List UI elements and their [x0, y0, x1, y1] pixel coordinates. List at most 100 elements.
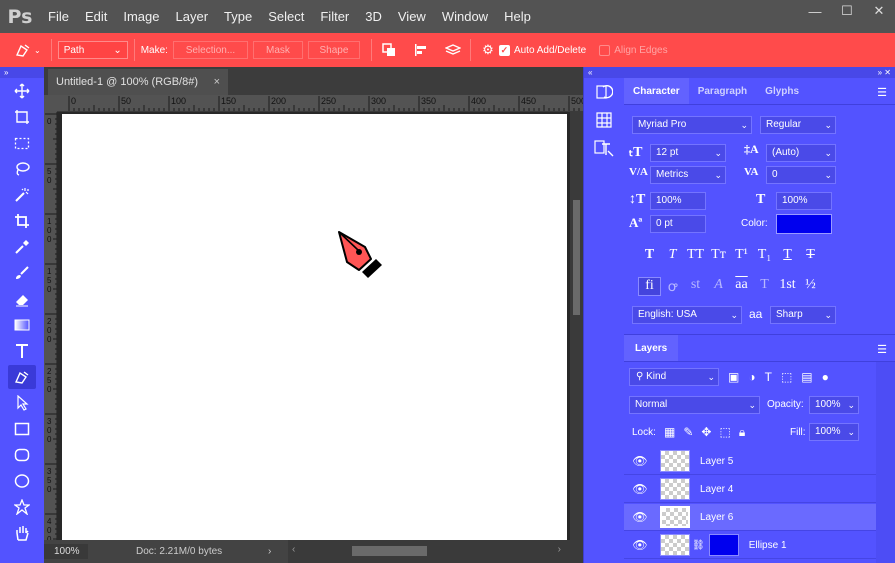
old-style-button[interactable]: ꝍ: [661, 277, 684, 296]
faux-bold-button[interactable]: T: [638, 247, 661, 263]
tab-glyphs[interactable]: Glyphs: [756, 78, 808, 104]
swatches-icon[interactable]: [584, 106, 624, 134]
lock-artboard-icon[interactable]: ⬚: [719, 425, 730, 440]
swash-button[interactable]: A: [707, 277, 730, 296]
opacity-input[interactable]: 100% ⌄: [809, 396, 859, 414]
minimize-button[interactable]: —: [799, 0, 831, 22]
toolbar-collapse-handle[interactable]: »: [0, 67, 44, 78]
lasso-tool[interactable]: [0, 156, 44, 182]
pen-tool-preset-icon[interactable]: [12, 39, 34, 61]
horizontal-scrollbar[interactable]: ‹ ›: [288, 540, 583, 563]
horizontal-ruler[interactable]: 0 50 100 150 200 250 300 350 400 450 500: [57, 95, 583, 112]
menu-edit[interactable]: Edit: [77, 0, 115, 33]
layer-row[interactable]: 👁︎ ⛓ Ellipse 1: [624, 532, 876, 559]
menu-select[interactable]: Select: [260, 0, 312, 33]
stylistic-alternates-button[interactable]: aa: [730, 277, 753, 296]
horizontal-scale-input[interactable]: 100%: [776, 192, 832, 210]
layer-row[interactable]: 👁︎ Layer 4: [624, 476, 876, 503]
make-mask-button[interactable]: Mask: [252, 41, 303, 59]
tracking-select[interactable]: 0 ⌄: [766, 166, 836, 184]
marquee-tool[interactable]: [0, 130, 44, 156]
discretionary-ligatures-button[interactable]: st: [684, 277, 707, 296]
smart-object-filter-icon[interactable]: ▤: [801, 370, 812, 384]
blend-mode-select[interactable]: Normal ⌄: [629, 396, 760, 414]
subscript-button[interactable]: T₁: [753, 247, 776, 263]
tool-mode-select[interactable]: Path ⌄: [57, 41, 128, 59]
shape-filter-icon[interactable]: ⬚: [781, 370, 792, 384]
visibility-eye-icon[interactable]: 👁︎: [624, 510, 656, 524]
menu-file[interactable]: File: [40, 0, 77, 33]
eraser-tool[interactable]: [0, 286, 44, 312]
text-color-swatch[interactable]: [776, 214, 832, 234]
layers-scrollbar[interactable]: [876, 362, 895, 563]
move-tool[interactable]: [0, 78, 44, 104]
leading-select[interactable]: (Auto) ⌄: [766, 144, 836, 162]
rectangle-tool[interactable]: [0, 416, 44, 442]
all-caps-button[interactable]: TT: [684, 247, 707, 263]
vertical-scrollbar[interactable]: [570, 112, 583, 540]
tab-layers[interactable]: Layers: [624, 335, 679, 361]
faux-italic-button[interactable]: T: [661, 247, 684, 263]
fill-input[interactable]: 100% ⌄: [809, 423, 859, 441]
panel-collapse-handle[interactable]: » ✕: [624, 67, 895, 78]
hand-tool[interactable]: [0, 520, 44, 546]
lock-transparent-icon[interactable]: ▦: [664, 425, 675, 440]
pen-tool[interactable]: [0, 364, 44, 390]
ordinals-button[interactable]: 1st: [776, 277, 799, 296]
font-style-select[interactable]: Regular ⌄: [760, 116, 836, 134]
close-tab-icon[interactable]: ×: [214, 69, 220, 95]
gear-icon[interactable]: ⚙: [477, 39, 499, 61]
make-shape-button[interactable]: Shape: [307, 41, 360, 59]
auto-add-delete-checkbox[interactable]: ✓: [498, 44, 510, 56]
titling-alternates-button[interactable]: T: [753, 277, 776, 296]
kerning-select[interactable]: Metrics ⌄: [650, 166, 726, 184]
path-alignment-icon[interactable]: [410, 39, 432, 61]
superscript-button[interactable]: T¹: [730, 247, 753, 263]
layer-filter-select[interactable]: ⚲ Kind ⌄: [629, 368, 719, 386]
rounded-rect-tool[interactable]: [0, 442, 44, 468]
small-caps-button[interactable]: Tт: [707, 247, 730, 263]
layer-row[interactable]: 👁︎ Layer 5: [624, 448, 876, 475]
status-expand-icon[interactable]: ›: [268, 546, 288, 557]
vertical-scroll-thumb[interactable]: [573, 200, 580, 315]
baseline-shift-input[interactable]: 0 pt: [650, 215, 706, 233]
menu-type[interactable]: Type: [216, 0, 260, 33]
menu-layer[interactable]: Layer: [168, 0, 217, 33]
path-selection-tool[interactable]: [0, 390, 44, 416]
lock-pixels-icon[interactable]: ✎: [683, 425, 693, 440]
horizontal-scroll-thumb[interactable]: [352, 546, 427, 556]
panel-menu-icon[interactable]: ☰: [877, 86, 887, 99]
history-icon[interactable]: [584, 78, 624, 106]
antialias-select[interactable]: Sharp ⌄: [770, 306, 836, 324]
menu-image[interactable]: Image: [115, 0, 167, 33]
ellipse-tool[interactable]: [0, 468, 44, 494]
type-filter-icon[interactable]: T: [765, 370, 772, 384]
strikethrough-button[interactable]: T: [799, 247, 822, 263]
layers-menu-icon[interactable]: ☰: [877, 343, 887, 356]
visibility-eye-icon[interactable]: 👁︎: [624, 538, 656, 552]
character-panel-icon[interactable]: [584, 134, 624, 162]
lock-all-icon[interactable]: 🔒︎: [739, 425, 745, 440]
align-edges-checkbox[interactable]: [599, 44, 611, 56]
lock-position-icon[interactable]: ✥: [701, 425, 711, 440]
layer-row-selected[interactable]: 👁︎ Layer 6: [624, 504, 876, 531]
document-canvas[interactable]: [62, 114, 567, 540]
menu-3d[interactable]: 3D: [357, 0, 390, 33]
gradient-tool[interactable]: [0, 312, 44, 338]
artboard-tool[interactable]: [0, 104, 44, 130]
visibility-eye-icon[interactable]: 👁︎: [624, 454, 656, 468]
fractions-button[interactable]: ½: [799, 277, 822, 296]
zoom-level[interactable]: 100%: [44, 544, 88, 559]
vertical-scale-input[interactable]: 100%: [650, 192, 706, 210]
menu-window[interactable]: Window: [434, 0, 496, 33]
menu-help[interactable]: Help: [496, 0, 539, 33]
type-tool[interactable]: [0, 338, 44, 364]
image-filter-icon[interactable]: ▣: [728, 370, 739, 384]
crop-tool[interactable]: [0, 208, 44, 234]
tab-paragraph[interactable]: Paragraph: [689, 78, 756, 104]
brush-tool[interactable]: [0, 260, 44, 286]
document-tab[interactable]: Untitled-1 @ 100% (RGB/8#) ×: [48, 69, 228, 95]
menu-view[interactable]: View: [390, 0, 434, 33]
filter-toggle-icon[interactable]: ●: [822, 370, 829, 384]
tab-character[interactable]: Character: [624, 78, 689, 104]
